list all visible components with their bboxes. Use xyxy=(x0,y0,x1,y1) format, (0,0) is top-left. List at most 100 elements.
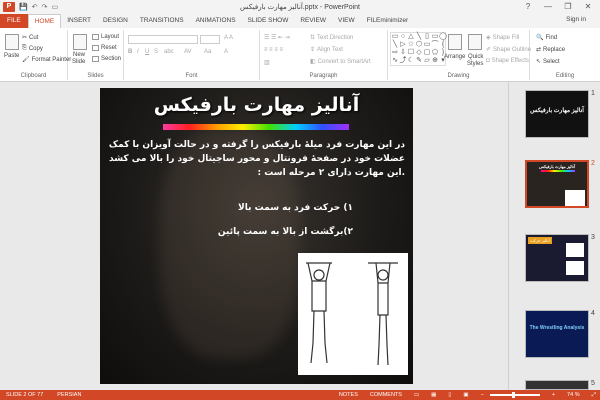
cut-button[interactable]: ✂ Cut xyxy=(22,34,38,42)
slide-thumbnail-3[interactable]: آنالیز حرکت xyxy=(525,234,589,282)
sign-in-link[interactable]: Sign in xyxy=(566,16,586,23)
shadow-icon[interactable]: S xyxy=(154,49,158,55)
tab-animations[interactable]: ANIMATIONS xyxy=(190,14,242,28)
slideshow-view-icon[interactable]: ▣ xyxy=(463,392,468,398)
zoom-slider[interactable] xyxy=(489,392,540,398)
underline-icon[interactable]: U xyxy=(145,49,149,55)
arrange-button[interactable]: Arrange xyxy=(444,54,465,60)
paste-button[interactable]: Paste xyxy=(4,53,19,59)
layout-button[interactable]: Layout xyxy=(92,34,119,40)
start-slideshow-icon[interactable]: ▭ xyxy=(51,3,58,11)
smartart-icon: ◧ xyxy=(310,59,316,65)
quick-styles-button-line2[interactable]: Styles xyxy=(467,61,483,67)
new-slide-button-line2[interactable]: Slide xyxy=(72,59,85,65)
thumb-title-4: The Wrestling Analysis xyxy=(529,325,585,331)
quick-styles-button[interactable]: Quick xyxy=(468,54,483,60)
close-button[interactable]: ✕ xyxy=(578,0,598,14)
shapes-gallery[interactable]: ▭ ○ △ ╲ ▯ ▭ ◯ ╲ ▷ ☆ ⬡ ▭ ⌒{ ⇨ ⇩ ☐ ◇ ▢ ⬠} ∿ ⤴ ☾ ✎ ▱ ⊕ ▾ xyxy=(390,32,447,66)
tab-review[interactable]: REVIEW xyxy=(294,14,332,28)
format-painter-button[interactable]: 🖌 Format Painter xyxy=(22,56,71,64)
fill-bucket-icon: ◈ xyxy=(486,35,491,41)
find-button[interactable]: 🔍 Find xyxy=(536,34,557,42)
text-direction-icon: ⇅ xyxy=(310,35,316,41)
minimize-button[interactable]: — xyxy=(538,0,558,14)
normal-view-icon[interactable]: ▭ xyxy=(414,392,419,398)
reading-view-icon[interactable]: ▯ xyxy=(448,392,451,398)
slide-thumbnail-4[interactable]: The Wrestling Analysis xyxy=(525,310,589,358)
help-button[interactable]: ? xyxy=(518,0,538,14)
notes-button[interactable]: NOTES xyxy=(339,392,358,398)
italic-icon[interactable]: I xyxy=(137,49,139,55)
slide-paragraph[interactable]: در این مهارت فرد میلهٔ بارفیکس را گرفته … xyxy=(106,138,405,180)
paragraph-label: Paragraph xyxy=(309,73,338,79)
zoom-out-icon[interactable]: − xyxy=(481,392,484,398)
font-group: A A B I U S abc AV Aa A Font xyxy=(124,30,260,80)
font-name-box[interactable] xyxy=(128,35,198,44)
change-case-icon[interactable]: Aa xyxy=(204,49,211,55)
tab-file[interactable]: FILE xyxy=(0,14,28,28)
tab-insert[interactable]: INSERT xyxy=(61,14,97,28)
section-button[interactable]: Section xyxy=(92,56,121,62)
strikethrough-icon[interactable]: abc xyxy=(164,49,174,55)
font-grow-shrink-icons[interactable]: A A xyxy=(224,35,233,41)
shape-effects-button[interactable]: ◘ Shape Effects xyxy=(486,58,529,64)
shape-fill-button[interactable]: ◈ Shape Fill xyxy=(486,34,519,42)
drawing-group: ▭ ○ △ ╲ ▯ ▭ ◯ ╲ ▷ ☆ ⬡ ▭ ⌒{ ⇨ ⇩ ☐ ◇ ▢ ⬠} ∿ ⤴ ☾ ✎ ▱ ⊕ ▾ Arrange … xyxy=(388,30,531,80)
slide-thumbnail-5[interactable] xyxy=(525,380,589,390)
language-indicator[interactable]: PERSIAN xyxy=(57,392,81,398)
font-size-box[interactable] xyxy=(200,35,220,44)
slide-thumbnail-pane[interactable]: 1 آنالیز مهارت بارفیکس 2 آنالیز مهارت با… xyxy=(508,82,600,390)
quick-styles-icon[interactable] xyxy=(468,34,482,50)
paragraph-group: ☰ ☰ ⇤ ⇥ ≡ ≡ ≡ ≡ ▥ ⇅ Text Direction ⇕ Align… xyxy=(260,30,388,80)
tab-view[interactable]: VIEW xyxy=(332,14,361,28)
pullup-figure-image[interactable] xyxy=(298,253,408,375)
bold-icon[interactable]: B xyxy=(128,49,132,55)
section-icon xyxy=(92,56,99,62)
slide-sorter-icon[interactable]: ▦ xyxy=(431,392,436,398)
character-spacing-icon[interactable]: AV xyxy=(184,49,192,55)
thumb-number-3: 3 xyxy=(591,234,595,241)
select-button[interactable]: ↖ Select xyxy=(536,58,560,66)
effects-icon: ◘ xyxy=(486,58,490,64)
bullets-icon[interactable]: ☰ ☰ ⇤ ⇥ xyxy=(264,34,290,41)
font-color-icon[interactable]: A xyxy=(224,49,228,55)
tab-slide-show[interactable]: SLIDE SHOW xyxy=(242,14,295,28)
new-slide-button[interactable]: New xyxy=(73,52,85,58)
slide-bullet-2[interactable]: ۲)برگشت از بالا به سمت پائین xyxy=(218,227,353,237)
zoom-level[interactable]: 74 % xyxy=(567,392,580,398)
redo-icon[interactable]: ↷ xyxy=(42,3,48,11)
undo-icon[interactable]: ↶ xyxy=(32,3,38,11)
align-text-button[interactable]: ⇕ Align Text xyxy=(310,46,343,54)
window-controls: ? — ❐ ✕ xyxy=(518,0,598,14)
slide-title[interactable]: آنالیز مهارت بارفیکس xyxy=(100,94,413,116)
arrange-icon[interactable] xyxy=(448,34,462,50)
replace-button[interactable]: ⇄ Replace xyxy=(536,46,565,54)
restore-button[interactable]: ❐ xyxy=(558,0,578,14)
convert-smartart-button[interactable]: ◧ Convert to SmartArt xyxy=(310,58,371,66)
fit-slide-icon[interactable]: ⤢ xyxy=(592,392,596,399)
copy-button[interactable]: ⎘ Copy xyxy=(22,45,43,52)
find-icon: 🔍 xyxy=(536,35,544,41)
tab-design[interactable]: DESIGN xyxy=(97,14,134,28)
new-slide-icon[interactable] xyxy=(73,34,87,50)
shape-outline-button[interactable]: ✐ Shape Outline xyxy=(486,46,531,54)
tab-fileminimizer[interactable]: FILEminimizer xyxy=(361,14,415,28)
tab-home[interactable]: HOME xyxy=(27,14,62,28)
paste-icon[interactable] xyxy=(5,34,19,50)
slide-thumbnail-2[interactable]: آنالیز مهارت بارفیکس xyxy=(525,160,589,208)
comments-button[interactable]: COMMENTS xyxy=(370,392,402,398)
current-slide[interactable]: آنالیز مهارت بارفیکس در این مهارت فرد می… xyxy=(100,88,413,384)
text-direction-button[interactable]: ⇅ Text Direction xyxy=(310,34,353,42)
columns-icon[interactable]: ▥ xyxy=(264,59,270,66)
alignment-icons[interactable]: ≡ ≡ ≡ ≡ xyxy=(264,47,283,53)
reset-icon xyxy=(92,45,99,51)
reset-button[interactable]: Reset xyxy=(92,45,117,51)
slide-bullet-1[interactable]: ۱) حرکت فرد به سمت بالا xyxy=(238,203,353,213)
ribbon-tabs: FILE HOME INSERT DESIGN TRANSITIONS ANIM… xyxy=(0,14,600,28)
slide-thumbnail-1[interactable]: آنالیز مهارت بارفیکس xyxy=(525,90,589,138)
save-icon[interactable]: 💾 xyxy=(19,3,28,11)
tab-transitions[interactable]: TRANSITIONS xyxy=(134,14,190,28)
thumb-title-2: آنالیز مهارت بارفیکس xyxy=(539,164,575,169)
zoom-in-icon[interactable]: + xyxy=(552,392,555,398)
powerpoint-app-icon: P xyxy=(3,2,15,12)
